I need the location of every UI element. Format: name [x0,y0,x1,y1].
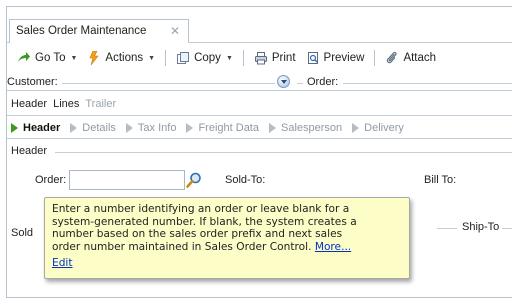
workflow-step-label: Details [82,121,116,134]
workflow-step-salesperson[interactable]: Salesperson [268,121,343,134]
divider [437,228,457,229]
copy-label: Copy [194,52,221,64]
workflow-step-label: Delivery [364,121,404,134]
actions-label: Actions [105,52,144,64]
goto-button[interactable]: Go To ▼ [13,49,81,67]
search-icon[interactable] [185,171,203,189]
workflow-step-label: Tax Info [137,121,177,134]
tooltip-line: order number maintained in Sales Order C… [52,240,312,253]
customer-order-row: Customer: Order: [7,73,512,91]
order-field-tooltip: Enter a number identifying an order or l… [44,197,410,279]
divider [297,83,303,84]
preview-button[interactable]: Preview [302,49,369,67]
tooltip-text: Enter a number identifying an order or l… [52,203,402,253]
tab-trailer[interactable]: Trailer [85,98,116,110]
workflow-step-details[interactable]: Details [70,122,116,134]
toolbar-divider [242,50,244,66]
attach-label: Attach [403,52,437,64]
chevron-down-icon: ▼ [70,54,78,62]
divider [7,115,512,116]
toolbar-divider [165,50,167,66]
preview-icon [306,51,320,65]
subtab-bar: Header Lines Trailer [11,98,116,110]
divider [47,83,275,84]
print-label: Print [271,52,296,64]
workflow-step-delivery[interactable]: Delivery [352,122,404,134]
play-arrow-icon [11,122,18,133]
workflow-step-label: Freight Data [198,121,259,134]
play-arrow-icon [186,122,194,133]
copy-icon [176,51,190,65]
sold-label-partial: Sold [11,227,34,239]
play-arrow-icon [70,122,78,133]
divider [343,83,512,84]
section-header-title: Header [11,145,52,157]
workflow-step-label: Salesperson [280,121,343,134]
order-field-label: Order: [35,174,67,186]
tooltip-line: number based on the sales order prefix a… [52,228,343,241]
copy-button[interactable]: Copy ▼ [172,49,237,67]
more-link[interactable]: More... [315,241,351,253]
workflow-step-tax-info[interactable]: Tax Info [125,121,177,134]
bill-to-label: Bill To: [424,174,457,186]
workflow-bar: Header Details Tax Info Freight Data Sal… [7,117,512,139]
order-header-label: Order: [307,76,343,88]
ship-to-label: Ship-To [459,221,503,233]
chevron-down-icon: ▼ [225,54,233,62]
actions-button[interactable]: Actions ▼ [83,49,159,67]
tooltip-line: system-generated number. If blank, the s… [52,215,357,228]
edit-link[interactable]: Edit [52,257,73,270]
document-tab-strip: Sales Order Maintenance ✕ [7,7,512,43]
lightning-icon [87,50,101,66]
workflow-step-label: Header [23,121,61,134]
play-arrow-icon [268,122,276,133]
goto-label: Go To [35,52,66,64]
paperclip-icon [385,51,399,65]
expand-toggle-button[interactable] [277,75,290,88]
tab-sales-order-maintenance[interactable]: Sales Order Maintenance ✕ [9,19,189,43]
workflow-step-header[interactable]: Header [11,122,60,134]
toolbar-divider [374,50,376,66]
chevron-down-icon: ▼ [148,54,156,62]
goto-arrow-icon [17,51,31,65]
toolbar: Go To ▼ Actions ▼ Copy ▼ Print Preview A… [7,47,512,69]
sold-to-label: Sold-To: [225,174,266,186]
tab-lines[interactable]: Lines [53,98,79,110]
customer-label: Customer: [7,76,62,88]
tooltip-line: Enter a number identifying an order or l… [52,203,350,215]
order-number-input[interactable] [69,170,185,190]
tab-title: Sales Order Maintenance [16,25,147,37]
sales-order-window: Sales Order Maintenance ✕ Go To ▼ Action… [6,6,512,298]
play-arrow-icon [125,122,133,133]
tooltip-line-with-link: order number maintained in Sales Order C… [52,241,402,254]
play-arrow-icon [352,122,360,133]
close-icon[interactable]: ✕ [170,24,180,38]
printer-icon [254,51,268,65]
attach-button[interactable]: Attach [381,49,440,67]
preview-label: Preview [323,52,365,64]
workflow-step-freight-data[interactable]: Freight Data [186,122,259,134]
divider [55,152,512,153]
divider [502,228,512,229]
tab-header[interactable]: Header [11,98,47,110]
print-button[interactable]: Print [250,49,300,67]
